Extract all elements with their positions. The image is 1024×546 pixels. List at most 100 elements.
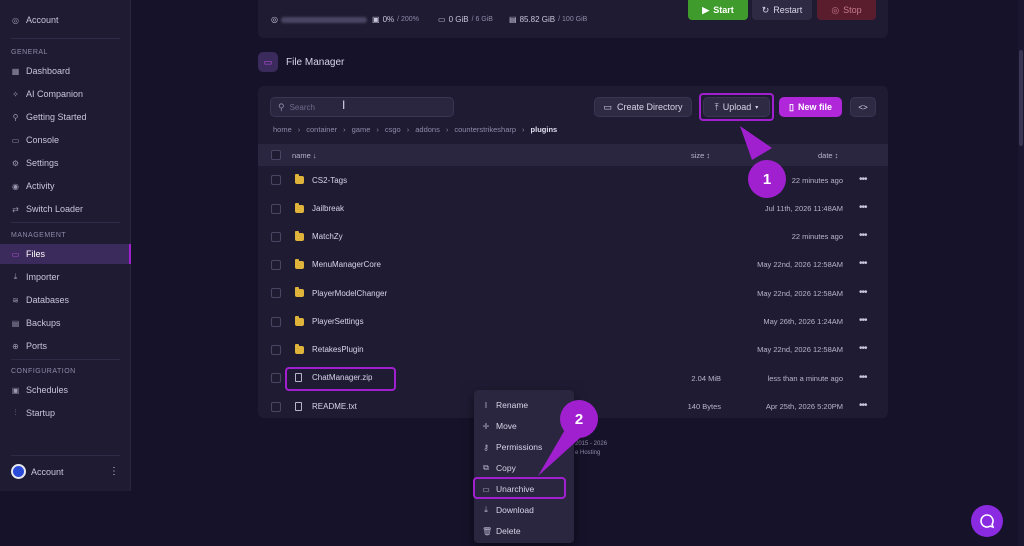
menu-item-copy[interactable]: ⧉ Copy [482, 463, 516, 473]
file-name[interactable]: CS2-Tags [312, 176, 347, 185]
row-checkbox[interactable] [271, 402, 281, 412]
footer-brand: e Hosting [575, 450, 601, 456]
copy-icon: ⧉ [483, 463, 489, 472]
more-icon[interactable]: ••• [859, 230, 867, 241]
sidebar-divider [11, 222, 120, 223]
more-icon[interactable]: ••• [859, 372, 867, 383]
file-size: 140 Bytes [687, 402, 721, 411]
row-checkbox[interactable] [271, 232, 281, 242]
breadcrumb-addons[interactable]: addons [415, 125, 440, 134]
search-input[interactable] [289, 102, 440, 112]
account-label[interactable]: Account [31, 464, 64, 480]
sidebar-item-databases[interactable]: ≋ Databases [11, 292, 69, 308]
avatar[interactable] [11, 464, 26, 479]
more-icon[interactable]: ••• [859, 315, 867, 326]
section-management: MANAGEMENT [11, 232, 67, 239]
breadcrumb-home[interactable]: home [273, 125, 292, 134]
sidebar-item-ai-companion[interactable]: ✧ AI Companion [11, 86, 83, 102]
unarchive-icon: ▭ [482, 484, 490, 494]
row-checkbox[interactable] [271, 373, 281, 383]
more-icon[interactable]: ••• [859, 202, 867, 213]
start-button[interactable]: ▶ Start [688, 0, 748, 20]
more-icon[interactable]: ••• [859, 258, 867, 269]
sidebar-item-importer[interactable]: ⤓ Importer [11, 269, 60, 285]
row-checkbox[interactable] [271, 204, 281, 214]
select-all-checkbox[interactable] [271, 150, 281, 160]
search-box[interactable]: ⚲ [270, 97, 454, 117]
column-date[interactable]: date ↕ [818, 151, 838, 160]
row-checkbox[interactable] [271, 345, 281, 355]
more-icon[interactable]: ••• [859, 400, 867, 411]
column-size[interactable]: size ↕ [691, 151, 710, 160]
file-name[interactable]: MatchZy [312, 232, 343, 241]
sidebar-item-dashboard[interactable]: ▦ Dashboard [11, 63, 70, 79]
menu-item-rename[interactable]: I Rename [482, 400, 528, 410]
sidebar-item-backups[interactable]: ▤ Backups [11, 315, 61, 331]
breadcrumb-counterstrikesharp[interactable]: counterstrikesharp [454, 125, 516, 134]
stop-button[interactable]: ◎ Stop [817, 0, 876, 20]
breadcrumb-csgo[interactable]: csgo [385, 125, 401, 134]
code-view-button[interactable]: <> [850, 97, 876, 117]
file-name[interactable]: README.txt [312, 402, 357, 411]
sidebar-divider [11, 455, 120, 456]
file-name[interactable]: MenuManagerCore [312, 260, 381, 269]
chat-button[interactable] [971, 505, 1003, 537]
sidebar-item-startup[interactable]: ⫶ Startup [11, 405, 56, 421]
menu-item-unarchive[interactable]: ▭ Unarchive [482, 484, 534, 494]
server-address: ◎ [271, 15, 367, 24]
breadcrumb-separator: › [522, 125, 525, 134]
search-icon: ⚲ [12, 112, 19, 122]
file-size: 2.04 MiB [691, 374, 721, 383]
callout-1: 1 [748, 160, 786, 198]
file-name[interactable]: PlayerSettings [312, 317, 364, 326]
switch-icon: ⇄ [12, 204, 19, 214]
create-directory-button[interactable]: ▭ Create Directory [594, 97, 692, 117]
scrollbar-thumb[interactable] [1019, 50, 1023, 146]
sidebar-item-switch-loader[interactable]: ⇄ Switch Loader [11, 201, 83, 217]
row-checkbox[interactable] [271, 288, 281, 298]
folder-icon: ▭ [258, 52, 278, 72]
file-name[interactable]: PlayerModelChanger [312, 289, 387, 298]
folder-icon [295, 259, 304, 269]
server-address-icon: ◎ [271, 15, 278, 24]
menu-item-download[interactable]: ⤓ Download [482, 505, 534, 515]
menu-item-delete[interactable]: 🗑 Delete [482, 526, 521, 536]
restart-button[interactable]: ↻ Restart [752, 0, 812, 20]
section-general: GENERAL [11, 49, 48, 56]
sidebar-divider [11, 359, 120, 360]
eye-icon: ◉ [12, 181, 19, 191]
menu-item-permissions[interactable]: ⚷ Permissions [482, 442, 542, 452]
column-name[interactable]: name ↓ [292, 151, 317, 160]
menu-item-move[interactable]: ✛ Move [482, 421, 517, 431]
sidebar-item-schedules[interactable]: ▣ Schedules [11, 382, 68, 398]
sidebar-item-ports[interactable]: ⊕ Ports [11, 338, 47, 354]
account-menu-icon[interactable]: ⋮ [109, 466, 119, 477]
disk-stat: ▤ 85.82 GiB / 100 GiB [509, 15, 588, 24]
breadcrumb-separator: › [445, 125, 449, 134]
row-checkbox[interactable] [271, 260, 281, 270]
new-file-button[interactable]: ▯ New file [779, 97, 842, 117]
row-checkbox[interactable] [271, 317, 281, 327]
download-icon: ⤓ [484, 505, 488, 514]
sidebar-item-getting-started[interactable]: ⚲ Getting Started [11, 109, 87, 125]
file-name[interactable]: ChatManager.zip [312, 373, 372, 382]
callout-2: 2 [560, 400, 598, 438]
sidebar-item-settings[interactable]: ⚙ Settings [11, 155, 59, 171]
file-name[interactable]: Jailbreak [312, 204, 344, 213]
sidebar-item-activity[interactable]: ◉ Activity [11, 178, 55, 194]
sidebar-item-console[interactable]: ▭ Console [11, 132, 59, 148]
file-name[interactable]: RetakesPlugin [312, 345, 364, 354]
sidebar-account-top[interactable]: ◎ Account [11, 12, 59, 28]
sidebar-item-files[interactable]: ▭ Files [11, 246, 45, 262]
row-checkbox[interactable] [271, 175, 281, 185]
breadcrumb-container[interactable]: container [306, 125, 337, 134]
breadcrumb-game[interactable]: game [352, 125, 371, 134]
upload-button[interactable]: ⤒ Upload ▾ [703, 97, 770, 117]
cpu-stat: ▣ 0% / 200% [372, 15, 419, 24]
search-icon: ⚲ [278, 101, 285, 112]
key-icon: ⚷ [483, 442, 489, 452]
more-icon[interactable]: ••• [859, 174, 867, 185]
more-icon[interactable]: ••• [859, 343, 867, 354]
archive-icon: ▤ [11, 318, 20, 328]
more-icon[interactable]: ••• [859, 287, 867, 298]
